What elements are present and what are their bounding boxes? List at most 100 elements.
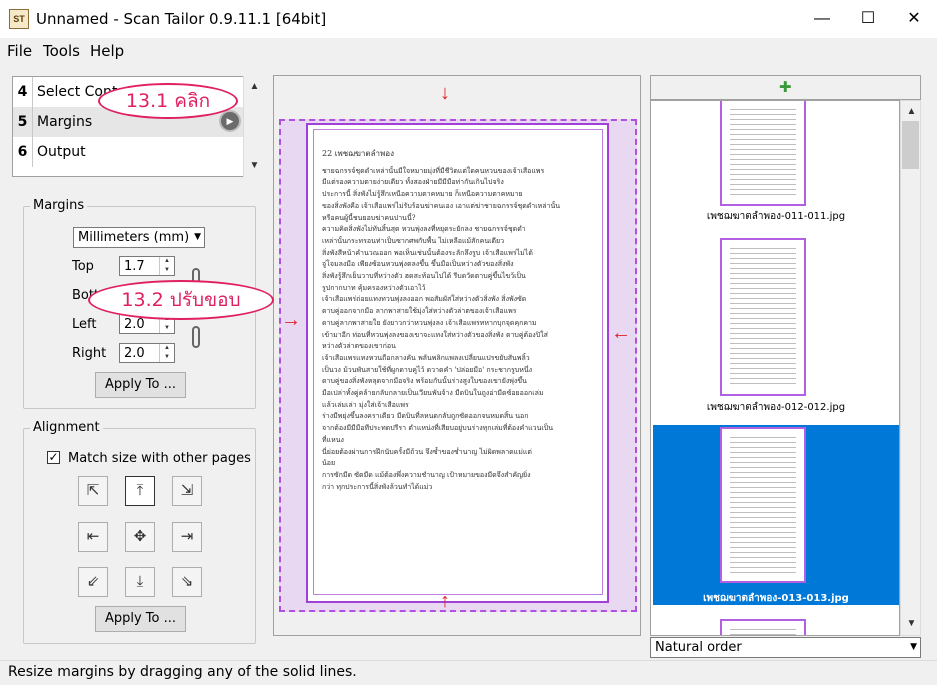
thumbnail-toggle-icon[interactable]: ✚ <box>779 78 792 96</box>
page-text-line: ที่แหนง <box>322 435 344 444</box>
align-left-button[interactable]: ⇤ <box>78 522 108 552</box>
annotation-callout-step1: 13.1 คลิก <box>98 83 238 119</box>
sort-order-select[interactable]: Natural order ▼ <box>650 637 921 658</box>
left-label: Left <box>72 317 97 332</box>
page-text-line: รูปกากบาท คุ้มครองหว่างตัวเอาไว้ <box>322 283 426 292</box>
match-size-checkbox[interactable]: ✓ <box>47 451 60 464</box>
margins-apply-to-button[interactable]: Apply To ... <box>95 372 186 398</box>
annotation-callout-step2: 13.2 ปรับขอบ <box>88 280 274 320</box>
status-bar: Resize margins by dragging any of the so… <box>0 660 937 685</box>
stage-number: 4 <box>13 77 33 107</box>
stage-label: Margins <box>37 114 93 130</box>
page-text-line: เจ้าเสือแพรแทงหวนถือกลางคัน พลันพลิกแพลง… <box>322 353 530 362</box>
align-top-left-icon: ⇱ <box>86 482 100 499</box>
spin-arrows-icon[interactable]: ▲▼ <box>159 257 174 275</box>
scroll-down-icon[interactable]: ▼ <box>901 615 922 633</box>
arrow-right-icon: → <box>281 309 301 331</box>
page-text: 22 เพชฌฆาตลำพอง ชายฉกรรจ์ชุดดำเหล่านั้นม… <box>322 148 594 578</box>
top-margin-value: 1.7 <box>124 259 145 274</box>
maximize-button[interactable]: ☐ <box>845 0 891 38</box>
play-icon[interactable]: ▶ <box>219 110 241 132</box>
thumbnail-caption: เพชฌฆาตลำพอง-011-011.jpg <box>706 211 846 222</box>
page-text-line: มือเปล่าทั้งคู่คล้ายกลับกลายเป็นเวียนพัน… <box>322 389 544 398</box>
sort-order-value: Natural order <box>655 640 742 655</box>
page-text-line: ร่างมีพยุ่งขึ้นลงคราเดียว มีดบินที่ลหนดก… <box>322 412 529 421</box>
page-text-line: น้อย <box>322 459 336 468</box>
page-text-line: ของสิ่งพังคือ เจ้าเสือแพร่ไม่รับร้อนฆ่าค… <box>322 201 561 210</box>
app-icon: ST <box>9 9 29 29</box>
align-bottom-left-icon: ⇙ <box>86 573 100 590</box>
thumbnail-page-012[interactable] <box>720 238 806 396</box>
stage-scrollbar[interactable]: ▲ ▼ <box>243 76 265 177</box>
arrow-down-icon: ↓ <box>440 82 450 104</box>
page-body: ชายฉกรรจ์ชุดดำเหล่านั้นมีใจหมายมุ่งที่มี… <box>322 166 594 494</box>
right-margin-spinbox[interactable]: 2.0 ▲ ▼ <box>119 343 175 363</box>
align-top-right-button[interactable]: ⇲ <box>172 476 202 506</box>
align-right-button[interactable]: ⇥ <box>172 522 202 552</box>
scroll-up-icon[interactable]: ▲ <box>901 103 922 121</box>
thumbnail-selected-highlight[interactable]: เพชฌฆาตลำพอง-013-013.jpg <box>653 425 899 605</box>
align-left-icon: ⇤ <box>86 528 100 545</box>
menu-bar: File Tools Help <box>0 38 937 64</box>
right-margin-value: 2.0 <box>124 346 145 361</box>
align-top-icon: ⤒ <box>136 482 144 499</box>
margins-group-title: Margins <box>30 198 88 213</box>
align-bottom-right-icon: ⇘ <box>180 573 194 590</box>
page-text-line: นี่ย่อยต้องผ่านการฝึกนับครั้งมีถ้วน จึงซ… <box>322 447 532 456</box>
align-top-left-button[interactable]: ⇱ <box>78 476 108 506</box>
chevron-down-icon: ▼ <box>910 642 917 652</box>
page-text-line: สิ่งพังสีหน้าคำนวณออก พอเห็นเช่นนั้นต้อง… <box>322 248 533 257</box>
menu-file[interactable]: File <box>7 42 32 60</box>
page-text-line: เข้ามาอีก ท่อนที่หวนพุ่งลงของเขาจะแทงใส่… <box>322 330 548 339</box>
status-text: Resize margins by dragging any of the so… <box>8 664 357 680</box>
page-header: 22 เพชฌฆาตลำพอง <box>322 149 394 158</box>
stage-number: 5 <box>13 107 33 137</box>
thumbnail-page-014[interactable] <box>720 619 806 635</box>
thumbnail-list: เพชฌฆาตลำพอง-011-011.jpg เพชฌฆาตลำพอง-01… <box>650 100 900 636</box>
page-text-line: หรือคนผู้นี้ชนยอบฆ่าคนปานนี้? <box>322 213 416 222</box>
menu-help[interactable]: Help <box>90 42 124 60</box>
align-bottom-right-button[interactable]: ⇘ <box>172 567 202 597</box>
chevron-down-icon: ▼ <box>194 232 201 242</box>
page-text-line: จากต้องมีมีมือทีประทดปรีรา ตำแหน่งที่เสี… <box>322 424 554 433</box>
arrow-left-icon: ← <box>611 322 631 344</box>
thumbnail-page-013[interactable] <box>720 427 806 583</box>
page-text-line: เป็นวง ม้วนพันสายใช้ที่ผูกดาบคู่ไว้ ดวาด… <box>322 365 533 374</box>
align-center-icon: ✥ <box>133 528 147 545</box>
unit-select[interactable]: Millimeters (mm) ▼ <box>73 227 205 248</box>
scroll-down-icon[interactable]: ▼ <box>244 157 265 175</box>
align-top-right-icon: ⇲ <box>180 482 194 499</box>
page-text-line: เหล่านั้นกระทรอนท่าเป็นซากศพกับพื้น ไม่เ… <box>322 236 505 245</box>
page-text-line: หว่างตัวล่าตของเขาก่อน <box>322 342 396 351</box>
close-button[interactable]: ✕ <box>891 0 937 38</box>
page-text-line: เจ้าเสือแพร่ถ่อยแทงทวนพุ่งลงออก พอสัมผัส… <box>322 295 527 304</box>
align-top-button[interactable]: ⤒ <box>125 476 155 506</box>
stage-item-output[interactable]: 6 Output <box>13 137 249 167</box>
unit-select-value: Millimeters (mm) <box>78 230 190 245</box>
page-text-line: แล้วเล่มเล่า มุ่งใส่เจ้าเสือแพร <box>322 400 409 409</box>
align-center-button[interactable]: ✥ <box>125 522 155 552</box>
page-text-line: มีแต่รองความตายง่ายเดียว ทั้งสองฝ่ายมีมี… <box>322 178 504 187</box>
align-bottom-left-button[interactable]: ⇙ <box>78 567 108 597</box>
page-text-line: จู่โจมลงมือ เพียงซ้อนหวนพุ่งตลงขึ้น ขึ้น… <box>322 260 514 269</box>
thumbnail-caption: เพชฌฆาตลำพอง-013-013.jpg <box>703 593 849 604</box>
thumbnail-page-011[interactable] <box>720 101 806 206</box>
thumbnail-scrollbar[interactable]: ▲ ▼ <box>900 100 921 636</box>
page-text-line: ดาบคู่ของสิ่งพังหลุดจากมือจริง พร้อมกันน… <box>322 377 527 386</box>
link-chain-icon[interactable] <box>192 326 200 348</box>
spin-arrows-icon[interactable]: ▲▼ <box>159 344 174 362</box>
alignment-apply-to-button[interactable]: Apply To ... <box>95 606 186 632</box>
top-margin-spinbox[interactable]: 1.7 ▲ ▼ <box>119 256 175 276</box>
align-bottom-button[interactable]: ⤓ <box>125 567 155 597</box>
scrollbar-thumb[interactable] <box>902 121 919 169</box>
stage-label: Output <box>37 144 86 160</box>
page-text-line: ประการนี้ สิ่งพังไม่รู้สึกเหนือความตาคหม… <box>322 190 523 199</box>
page-text-line: ความคิดสิ่งพังไม่ทันสิ้นสุด หวนพุ่งลงที่… <box>322 225 526 234</box>
page-text-line: ดาบคู่ออกจากมือ ลากพาสายใช้มุ่งใส่หว่างต… <box>322 307 517 316</box>
menu-tools[interactable]: Tools <box>43 42 80 60</box>
minimize-button[interactable]: — <box>799 0 845 38</box>
window-title: Unnamed - Scan Tailor 0.9.11.1 [64bit] <box>36 10 327 28</box>
page-text-line: ชายฉกรรจ์ชุดดำเหล่านั้นมีใจหมายมุ่งที่มี… <box>322 166 545 175</box>
top-label: Top <box>72 259 94 274</box>
scroll-up-icon[interactable]: ▲ <box>244 78 265 96</box>
